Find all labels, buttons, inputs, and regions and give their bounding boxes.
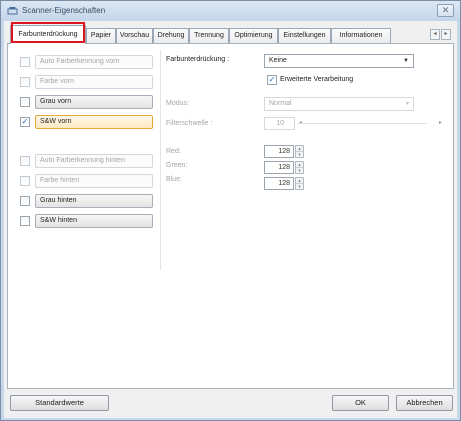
green-spin-buttons[interactable]: ▲ ▼	[295, 161, 304, 174]
filterschwelle-slider[interactable]: 10 ◂ ▸	[264, 117, 444, 130]
image-type-button[interactable]: S&W hinten	[35, 214, 153, 228]
tab-trennung[interactable]: Trennung	[189, 28, 229, 43]
image-type-button[interactable]: Grau hinten	[35, 194, 153, 208]
image-type-button[interactable]: S&W vorn	[35, 115, 153, 129]
chevron-down-icon: ▼	[403, 58, 409, 64]
farbunterdrueckung-label: Farbunterdrückung :	[166, 56, 230, 63]
tab-vorschau[interactable]: Vorschau	[116, 28, 153, 43]
image-type-row: Grau vorn	[20, 95, 153, 109]
red-spinner[interactable]: 128 ▲ ▼	[264, 145, 304, 158]
tab-informationen[interactable]: Informationen	[331, 28, 391, 43]
image-type-button[interactable]: Auto Farberkennung hinten	[35, 154, 153, 168]
spin-down-icon[interactable]: ▼	[296, 151, 303, 157]
scanner-icon	[7, 5, 18, 16]
close-button[interactable]: ✕	[437, 4, 454, 17]
tab-strip: Farbunterdrückung Papier Vorschau Drehun…	[4, 24, 457, 44]
blue-spinner[interactable]: 128 ▲ ▼	[264, 177, 304, 190]
image-type-row: Farbe vorn	[20, 75, 153, 89]
cancel-button[interactable]: Abbrechen	[396, 395, 453, 411]
tab-farbunterdrueckung[interactable]: Farbunterdrückung	[10, 25, 86, 44]
image-type-checkbox[interactable]	[20, 156, 30, 166]
image-type-row: ✓ S&W vorn	[20, 115, 153, 129]
image-type-button[interactable]: Grau vorn	[35, 95, 153, 109]
chevron-left-icon: ◂	[433, 31, 437, 37]
green-value[interactable]: 128	[264, 161, 294, 174]
image-type-checkbox[interactable]	[20, 216, 30, 226]
tab-scroll-left-button[interactable]: ◂	[430, 29, 440, 40]
image-type-row: Farbe hinten	[20, 174, 153, 188]
image-type-checkbox[interactable]	[20, 176, 30, 186]
image-type-checkbox[interactable]	[20, 196, 30, 206]
blue-label: Blue:	[166, 176, 182, 183]
red-spin-buttons[interactable]: ▲ ▼	[295, 145, 304, 158]
dialog-client-area: Farbunterdrückung Papier Vorschau Drehun…	[4, 21, 457, 418]
image-type-checkbox[interactable]	[20, 97, 30, 107]
modus-label: Modus:	[166, 100, 189, 107]
tab-scroll-right-button[interactable]: ▸	[441, 29, 451, 40]
image-type-checkbox[interactable]: ✓	[20, 117, 30, 127]
image-type-button[interactable]: Farbe hinten	[35, 174, 153, 188]
red-label: Red:	[166, 148, 181, 155]
spin-down-icon[interactable]: ▼	[296, 167, 303, 173]
image-type-row: Grau hinten	[20, 194, 153, 208]
filterschwelle-label: Filterschwelle :	[166, 120, 213, 127]
slider-track[interactable]	[297, 123, 427, 124]
checkmark-icon: ✓	[268, 75, 276, 84]
blue-spin-buttons[interactable]: ▲ ▼	[295, 177, 304, 190]
tab-drehung[interactable]: Drehung	[153, 28, 189, 43]
green-label: Green:	[166, 162, 188, 169]
erweiterte-verarbeitung-label: Erweiterte Verarbeitung	[280, 76, 354, 83]
checkmark-icon: ✓	[21, 117, 29, 126]
red-value[interactable]: 128	[264, 145, 294, 158]
modus-value: Normal	[269, 100, 292, 107]
modus-dropdown[interactable]: Normal ▾	[264, 97, 414, 111]
blue-value[interactable]: 128	[264, 177, 294, 190]
slider-right-arrow-icon[interactable]: ▸	[439, 119, 442, 126]
image-type-checkbox[interactable]	[20, 57, 30, 67]
green-spinner[interactable]: 128 ▲ ▼	[264, 161, 304, 174]
tab-einstellungen[interactable]: Einstellungen	[278, 28, 331, 43]
farbunterdrueckung-dropdown[interactable]: Keine ▼	[264, 54, 414, 68]
image-type-row: Auto Farberkennung vorn	[20, 55, 153, 69]
image-type-row: S&W hinten	[20, 214, 153, 228]
chevron-down-icon: ▾	[405, 101, 409, 107]
column-divider	[160, 50, 161, 270]
tab-papier[interactable]: Papier	[86, 28, 116, 43]
title-bar: Scanner-Eigenschaften ✕	[1, 1, 460, 21]
tab-panel-farbunterdrueckung: Auto Farberkennung vorn Farbe vorn Grau …	[7, 43, 454, 389]
close-icon: ✕	[441, 5, 450, 15]
image-type-button[interactable]: Farbe vorn	[35, 75, 153, 89]
erweiterte-verarbeitung-checkbox[interactable]: ✓	[267, 75, 277, 85]
filterschwelle-value: 10	[264, 117, 295, 130]
chevron-right-icon: ▸	[444, 31, 448, 37]
spin-down-icon[interactable]: ▼	[296, 183, 303, 189]
scanner-properties-window: Scanner-Eigenschaften ✕ Farbunterdrückun…	[0, 0, 461, 421]
defaults-button[interactable]: Standardwerte	[10, 395, 109, 411]
tab-optimierung[interactable]: Optimierung	[229, 28, 278, 43]
ok-button[interactable]: OK	[332, 395, 389, 411]
image-type-checkbox[interactable]	[20, 77, 30, 87]
window-title: Scanner-Eigenschaften	[22, 6, 106, 15]
image-type-row: Auto Farberkennung hinten	[20, 154, 153, 168]
farbunterdrueckung-value: Keine	[269, 57, 287, 64]
image-type-button[interactable]: Auto Farberkennung vorn	[35, 55, 153, 69]
